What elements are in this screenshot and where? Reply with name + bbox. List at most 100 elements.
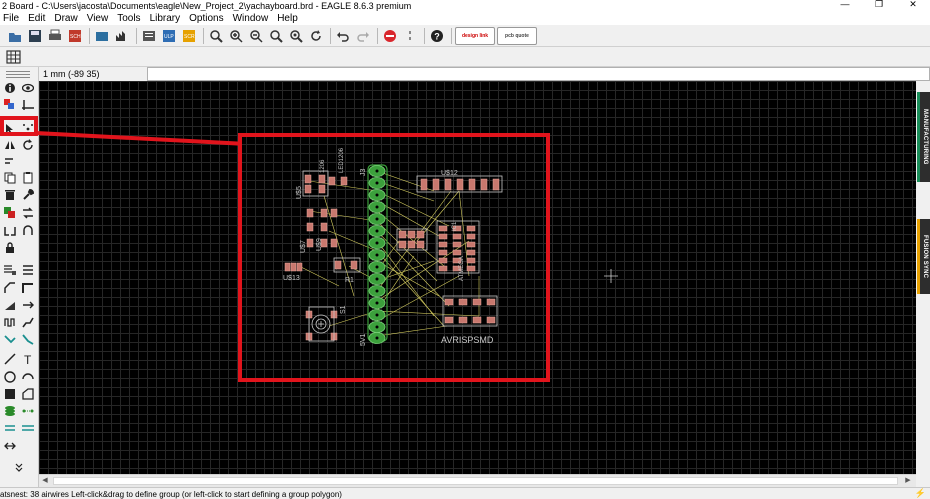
wrench-icon[interactable] [21,188,35,202]
replace-icon[interactable] [21,206,35,220]
paste-icon[interactable] [21,171,35,185]
split-wire-icon[interactable] [21,281,35,295]
status-text: atsnest: 38 airwires Left-click&drag to … [0,490,342,499]
arc-icon[interactable] [21,370,35,384]
maximize-button[interactable]: ❐ [862,0,896,10]
schematic-icon[interactable] [113,27,131,45]
toolbar-separator [136,27,137,44]
toolbar-separator [377,27,378,44]
save-icon[interactable] [26,27,44,45]
hole-icon[interactable] [3,421,17,435]
menu-view[interactable]: View [84,13,115,24]
layers-icon[interactable] [3,263,17,277]
display-icon[interactable] [3,98,17,112]
go-icon[interactable] [401,27,419,45]
copy-icon[interactable] [3,171,17,185]
redraw-icon[interactable] [307,27,325,45]
meander-icon[interactable] [3,315,17,329]
text-icon[interactable]: T [21,352,35,366]
status-bar: atsnest: 38 airwires Left-click&drag to … [0,487,930,499]
undo-icon[interactable] [334,27,352,45]
ulp-icon[interactable]: ULP [160,27,178,45]
scroll-right-icon[interactable]: ▶ [902,475,914,487]
delete-icon[interactable] [3,188,17,202]
pcb-quote-label: PCB quote [505,32,529,39]
window-title: 2 Board - C:\Users\jacosta\Documents\eag… [2,0,412,11]
ratsnest-icon[interactable] [3,439,17,453]
zoom-fit-icon[interactable] [207,27,225,45]
menu-file[interactable]: File [0,13,25,24]
route-icon[interactable] [21,315,35,329]
toolbar-separator [424,27,425,44]
show-icon[interactable] [21,81,35,95]
board-icon[interactable] [93,27,111,45]
signal-icon[interactable] [21,404,35,418]
menu-bar: File Edit Draw View Tools Library Option… [0,11,930,25]
mirror-icon[interactable] [3,138,17,152]
lock-icon[interactable] [3,241,17,255]
script-icon[interactable] [140,27,158,45]
eagle-window: 2 Board - C:\Users\jacosta\Documents\eag… [0,0,930,499]
toolbar-separator [89,27,90,44]
route-manual-icon[interactable] [3,332,17,346]
circle-icon[interactable] [3,370,17,384]
route-diff-icon[interactable] [21,332,35,346]
grid-icon[interactable] [6,49,22,65]
toolbar-separator [330,27,331,44]
menu-window[interactable]: Window [230,13,275,24]
scroll-thumb[interactable] [53,477,898,485]
via-icon[interactable] [3,404,17,418]
command-line-input[interactable] [147,67,930,81]
close-button[interactable]: ✕ [896,0,930,10]
zoom-area-icon[interactable] [267,27,285,45]
highlight-selection-area [238,133,550,382]
menu-edit[interactable]: Edit [25,13,51,24]
fusion-sync-tab[interactable]: FUSION SYNC [917,219,930,294]
pcb-quote-button[interactable]: PCB quote [497,26,537,45]
wire-icon[interactable] [3,352,17,366]
help-icon[interactable]: ? [428,27,446,45]
miter-icon[interactable] [3,281,17,295]
split-icon[interactable] [3,224,17,238]
window-controls: — ❐ ✕ [828,0,930,10]
optimize-icon[interactable] [21,224,35,238]
palette-expand-icon[interactable] [12,460,26,474]
pad-icon[interactable] [21,421,35,435]
mark-icon[interactable] [21,98,35,112]
open-icon[interactable] [6,27,24,45]
stop-icon[interactable] [381,27,399,45]
polygon-icon[interactable] [21,387,35,401]
menu-tools[interactable]: Tools [114,13,146,24]
align-icon[interactable] [3,155,17,169]
layer-icon[interactable]: SCR [180,27,198,45]
toolbar-separator [203,27,204,44]
minimize-button[interactable]: — [828,0,862,10]
main-toolbar: SCH ULP SCR ? design link PCB quote [0,25,930,47]
zoom-select-icon[interactable] [287,27,305,45]
cam-icon[interactable]: SCH [66,27,84,45]
zoom-in-icon[interactable] [227,27,245,45]
zoom-out-icon[interactable] [247,27,265,45]
menu-draw[interactable]: Draw [51,13,83,24]
extend-icon[interactable] [21,298,35,312]
scroll-left-icon[interactable]: ◀ [39,475,51,487]
horizontal-scrollbar[interactable]: ◀ ▶ [39,474,916,487]
info-icon[interactable] [3,81,17,95]
right-sidebar: MANUFACTURING FUSION SYNC [916,81,930,474]
rotate-icon[interactable] [21,138,35,152]
coordinate-readout: 1 mm (-89 35) [39,68,147,80]
lightning-icon[interactable]: ⚡ [915,488,926,499]
design-link-button[interactable]: design link [455,26,495,45]
smash-icon[interactable] [21,263,35,277]
menu-help[interactable]: Help [274,13,304,24]
redo-icon[interactable] [354,27,372,45]
menu-library[interactable]: Library [147,13,187,24]
rect-icon[interactable] [3,387,17,401]
menu-options[interactable]: Options [186,13,229,24]
svg-text:T: T [24,353,32,365]
manufacturing-tab[interactable]: MANUFACTURING [917,92,930,182]
command-row: 1 mm (-89 35) [39,67,930,81]
print-icon[interactable] [46,27,64,45]
change-icon[interactable] [3,206,17,220]
slice-icon[interactable] [3,298,17,312]
